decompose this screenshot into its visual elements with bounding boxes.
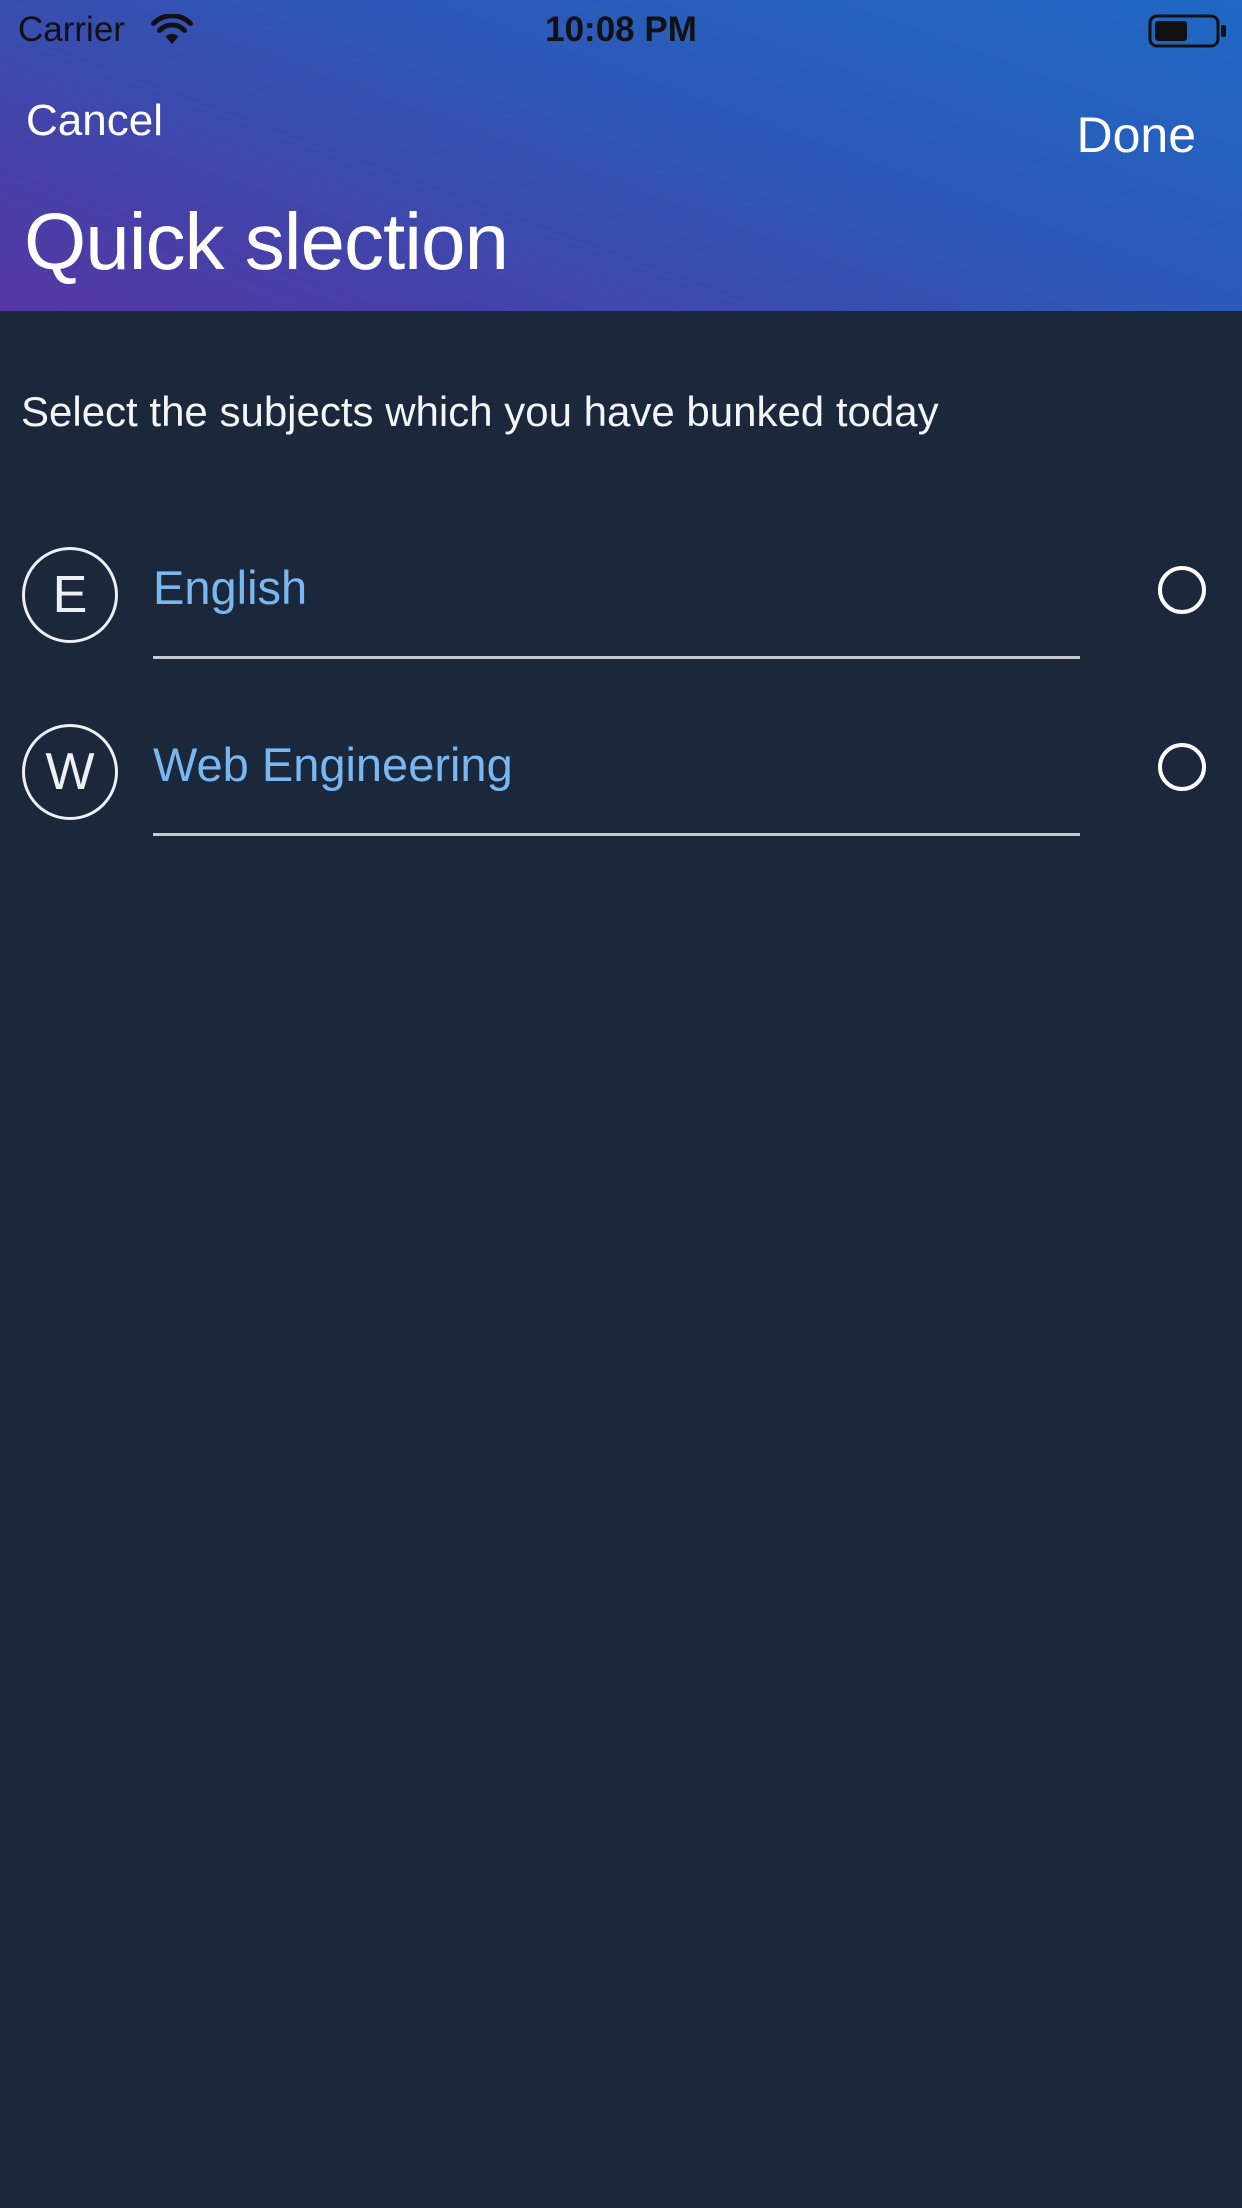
row-divider <box>153 656 1080 659</box>
select-radio-button[interactable] <box>1158 566 1206 614</box>
status-bar: Carrier 10:08 PM <box>0 0 1242 60</box>
subject-name: Web Engineering <box>153 738 513 791</box>
page-title: Quick slection <box>24 197 509 286</box>
row-divider <box>153 833 1080 836</box>
battery-icon <box>1148 14 1226 48</box>
header: Carrier 10:08 PM Cancel Done Quick slect… <box>0 0 1242 311</box>
subject-row-english[interactable]: E English <box>0 540 1242 715</box>
done-button[interactable]: Done <box>1076 106 1196 164</box>
status-time: 10:08 PM <box>545 10 697 49</box>
subject-name: English <box>153 561 308 614</box>
quick-selection-screen: Carrier 10:08 PM Cancel Done Quick slect… <box>0 0 1242 2208</box>
instruction-text: Select the subjects which you have bunke… <box>21 388 939 435</box>
subject-avatar: W <box>22 724 118 820</box>
select-radio-button[interactable] <box>1158 743 1206 791</box>
cancel-button[interactable]: Cancel <box>26 96 163 146</box>
subject-row-web-engineering[interactable]: W Web Engineering <box>0 717 1242 892</box>
subject-avatar: E <box>22 547 118 643</box>
